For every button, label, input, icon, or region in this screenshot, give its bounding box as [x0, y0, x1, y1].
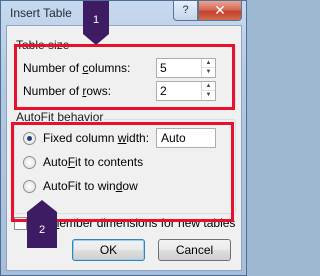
rows-spinner-arrows: ▲ ▼	[201, 82, 215, 100]
spin-down-icon[interactable]: ▼	[202, 68, 215, 77]
cancel-button[interactable]: Cancel	[158, 239, 231, 261]
fixed-width-label[interactable]: Fixed column width:	[43, 131, 149, 145]
autofit-group-label: AutoFit behavior	[15, 110, 105, 124]
remember-dimensions-label[interactable]: Remember dimensions for new tables	[34, 216, 235, 230]
columns-spinner-arrows: ▲ ▼	[201, 59, 215, 77]
ok-button[interactable]: OK	[72, 239, 145, 261]
columns-label: Number of columns:	[23, 61, 131, 75]
autofit-contents-radio[interactable]	[23, 156, 36, 169]
columns-spinner[interactable]: 5 ▲ ▼	[156, 58, 216, 78]
dialog-window: Insert Table ? ✕ Table size Number of co…	[0, 0, 247, 276]
dialog-title: Insert Table	[10, 6, 72, 20]
spin-up-icon[interactable]: ▲	[202, 59, 215, 68]
title-bar[interactable]: Insert Table ? ✕	[1, 1, 246, 25]
autofit-window-label[interactable]: AutoFit to window	[43, 179, 138, 193]
close-button[interactable]: ✕	[198, 1, 242, 21]
spin-up-icon[interactable]: ▲	[202, 82, 215, 91]
table-size-group-label: Table size	[15, 38, 71, 52]
rows-spinner[interactable]: 2 ▲ ▼	[156, 81, 216, 101]
column-width-input[interactable]: Auto	[156, 128, 216, 148]
rows-label: Number of rows:	[23, 84, 112, 98]
spin-down-icon[interactable]: ▼	[202, 91, 215, 100]
columns-value[interactable]: 5	[160, 61, 167, 75]
help-button[interactable]: ?	[173, 1, 198, 21]
remember-dimensions-checkbox[interactable]	[14, 217, 27, 230]
autofit-window-radio[interactable]	[23, 180, 36, 193]
rows-value[interactable]: 2	[160, 84, 167, 98]
fixed-width-radio[interactable]	[23, 132, 36, 145]
autofit-contents-label[interactable]: AutoFit to contents	[43, 155, 143, 169]
